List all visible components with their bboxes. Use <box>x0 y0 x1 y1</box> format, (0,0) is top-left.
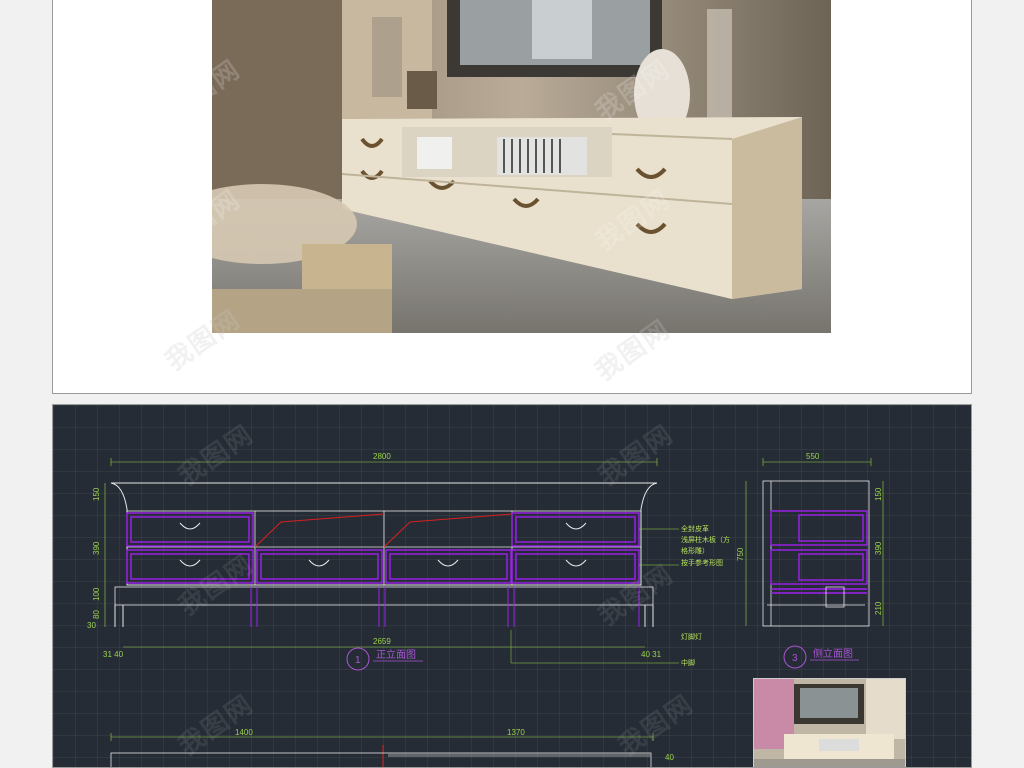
plan-view: 1400 1370 40 <box>110 728 674 767</box>
dim-right-offsets: 40 31 <box>641 650 662 659</box>
dim-plan-left: 1400 <box>235 728 253 737</box>
dim-total-width: 2800 <box>373 452 391 461</box>
note-panel-1: 浅屏柱木板（方 <box>681 535 730 544</box>
side-elevation: 550 750 150 390 210 3 侧立面图 <box>736 452 884 669</box>
note-middle-foot: 中脚 <box>681 658 695 667</box>
dim-height-foot: 30 <box>87 621 96 630</box>
side-view-number: 3 <box>792 653 798 664</box>
cad-drawing-panel: 2800 150 390 100 80 30 2659 31 40 40 31 … <box>52 404 972 768</box>
dim-height-drawer: 390 <box>92 541 101 555</box>
dim-plan-right: 1370 <box>507 728 525 737</box>
dim-height-base2: 80 <box>92 610 101 619</box>
dim-left-offsets: 31 40 <box>103 650 124 659</box>
photo-panel <box>52 0 972 394</box>
reference-thumbnail <box>753 678 906 767</box>
dim-height-top: 150 <box>92 487 101 501</box>
dim-height-base1: 100 <box>92 587 101 601</box>
drawer <box>511 549 640 584</box>
dim-side-drawer: 390 <box>874 541 883 555</box>
front-elevation: 2800 150 390 100 80 30 2659 31 40 40 31 … <box>87 452 662 671</box>
side-view-title: 侧立面图 <box>813 647 853 660</box>
note-leather: 全封皮革 <box>681 524 709 533</box>
dim-plan-depth: 40 <box>665 753 674 762</box>
dim-inner-width: 2659 <box>373 637 391 646</box>
tv-cabinet-photo <box>212 0 831 333</box>
drawer <box>256 549 383 584</box>
note-handle: 按手参考形图 <box>681 558 723 567</box>
dim-side-total-height: 750 <box>736 547 745 561</box>
front-view-title: 正立面图 <box>376 648 416 661</box>
drawer <box>385 549 512 584</box>
drawer <box>511 512 640 547</box>
dim-side-base: 210 <box>874 601 883 615</box>
front-view-number: 1 <box>355 655 361 666</box>
note-foot-light: 灯脚灯 <box>681 632 702 641</box>
dim-side-width: 550 <box>806 452 820 461</box>
dim-side-top: 150 <box>874 487 883 501</box>
note-panel-2: 格形雕） <box>681 546 709 555</box>
